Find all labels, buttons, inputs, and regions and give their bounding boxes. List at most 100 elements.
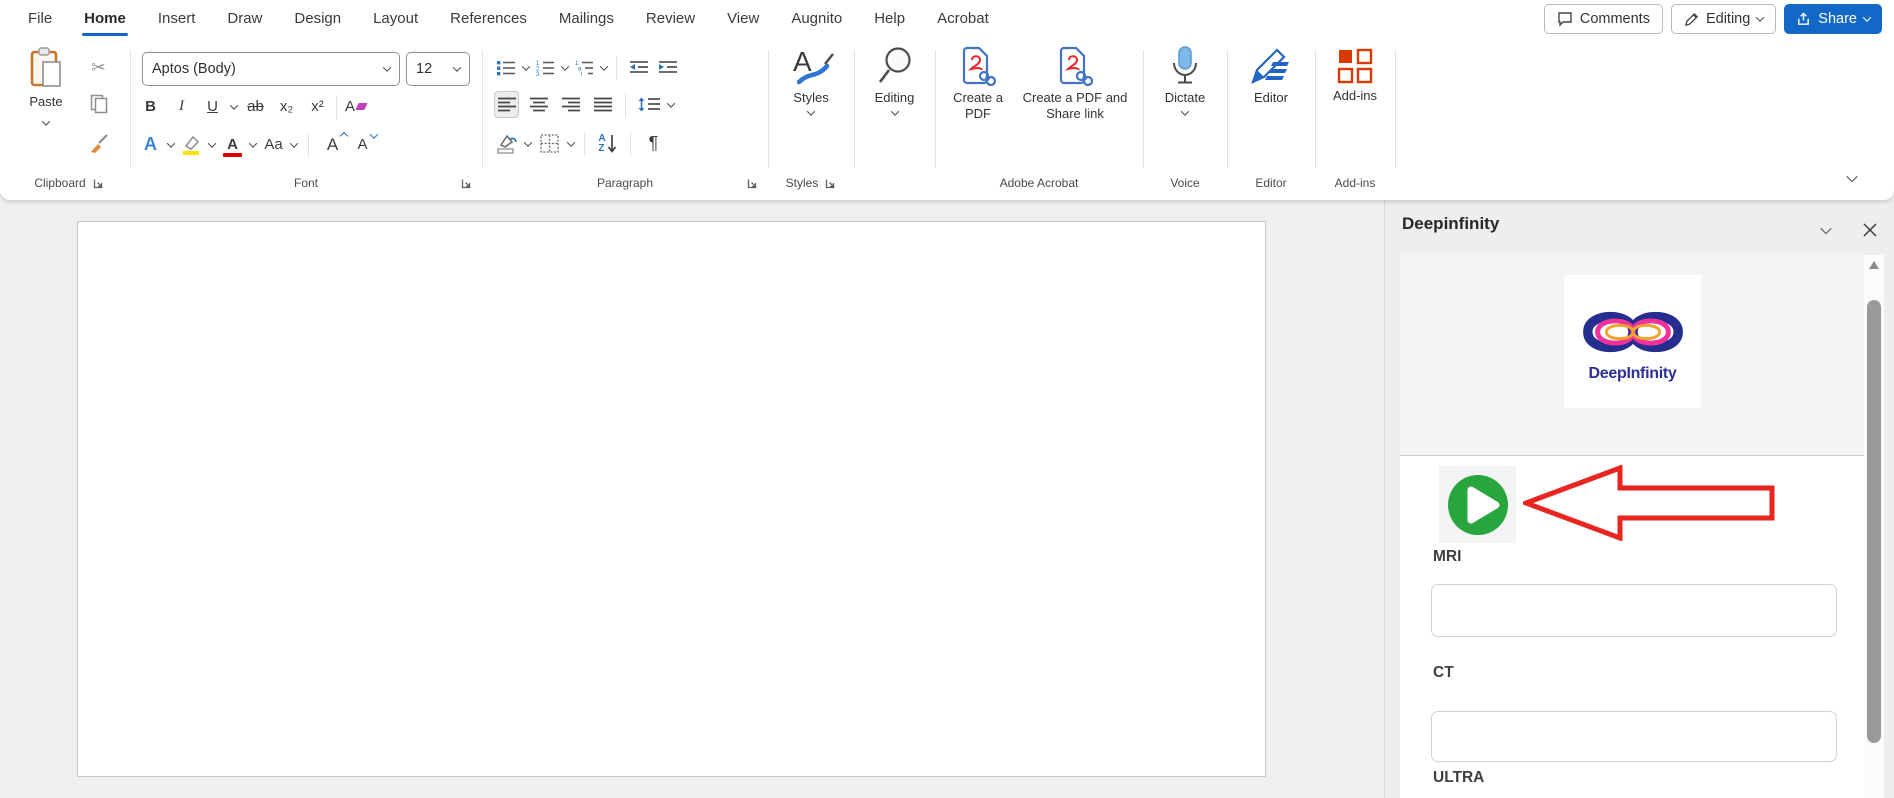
shrink-font-button[interactable]: A	[350, 131, 375, 158]
text-effects-dropdown-icon[interactable]	[167, 139, 175, 147]
font-dialog-launcher-icon[interactable]	[461, 178, 472, 189]
tab-design[interactable]: Design	[278, 1, 357, 37]
justify-button[interactable]	[590, 91, 615, 118]
shading-button[interactable]	[494, 130, 519, 157]
find-magnifier-icon	[876, 46, 914, 86]
borders-button[interactable]	[537, 130, 562, 157]
styles-dialog-launcher-icon[interactable]	[825, 178, 836, 189]
show-formatting-marks-button[interactable]: ¶	[641, 130, 666, 157]
svg-text:i: i	[581, 72, 582, 76]
tab-acrobat[interactable]: Acrobat	[921, 1, 1005, 37]
addins-group-label: Add-ins	[1335, 176, 1376, 190]
format-painter-button[interactable]	[86, 130, 111, 157]
mri-input[interactable]	[1431, 584, 1837, 637]
deepinfinity-logo: DeepInfinity	[1564, 275, 1701, 408]
bold-button[interactable]: B	[138, 93, 163, 120]
cut-button[interactable]: ✂	[86, 54, 111, 81]
comment-icon	[1557, 11, 1573, 27]
grow-font-button[interactable]: A	[320, 131, 345, 158]
italic-button[interactable]: I	[169, 93, 194, 120]
play-button[interactable]	[1439, 466, 1516, 543]
paragraph-dialog-launcher-icon[interactable]	[747, 178, 758, 189]
font-color-dropdown-icon[interactable]	[249, 139, 257, 147]
tab-review[interactable]: Review	[630, 1, 711, 37]
highlight-dropdown-icon[interactable]	[208, 139, 216, 147]
tab-file[interactable]: File	[12, 1, 68, 37]
bullets-button[interactable]	[494, 54, 519, 81]
editing-mode-dropdown[interactable]: Editing	[1671, 4, 1776, 34]
align-center-button[interactable]	[526, 91, 551, 118]
font-name-combobox[interactable]: Aptos (Body)	[142, 52, 400, 86]
tab-insert[interactable]: Insert	[142, 1, 212, 37]
editor-button[interactable]: Editor	[1227, 48, 1315, 106]
scrollbar-up-button[interactable]	[1867, 260, 1881, 274]
share-button[interactable]: Share	[1784, 4, 1882, 34]
strikethrough-button[interactable]: ab	[243, 93, 268, 120]
taskpane-title: Deepinfinity	[1402, 214, 1499, 234]
font-color-bar	[223, 153, 242, 157]
font-color-button[interactable]: A	[220, 131, 245, 158]
tab-help[interactable]: Help	[858, 1, 921, 37]
shading-dropdown-icon[interactable]	[524, 138, 532, 146]
line-spacing-dropdown-icon[interactable]	[667, 99, 675, 107]
infinity-icon	[1574, 301, 1692, 363]
tab-draw[interactable]: Draw	[211, 1, 278, 37]
superscript-button[interactable]: x²	[305, 93, 330, 120]
highlight-button[interactable]	[179, 131, 204, 158]
borders-dropdown-icon[interactable]	[567, 138, 575, 146]
numbering-dropdown-icon[interactable]	[561, 62, 569, 70]
tab-mailings[interactable]: Mailings	[543, 1, 630, 37]
tab-home[interactable]: Home	[68, 1, 142, 37]
scrollbar-thumb[interactable]	[1867, 300, 1881, 743]
chevron-down-icon	[453, 63, 461, 71]
highlighter-icon	[182, 134, 201, 155]
acrobat-group-label: Adobe Acrobat	[1000, 176, 1079, 190]
line-spacing-button[interactable]	[636, 91, 661, 118]
tab-layout[interactable]: Layout	[357, 1, 434, 37]
multilevel-dropdown-icon[interactable]	[600, 62, 608, 70]
styles-icon: A	[789, 46, 833, 86]
share-icon	[1796, 12, 1811, 27]
taskpane-collapse-button[interactable]	[1814, 218, 1838, 242]
underline-button[interactable]: U	[200, 93, 225, 120]
align-left-button[interactable]	[494, 91, 519, 118]
multilevel-list-button[interactable]: 1ai	[572, 54, 597, 81]
font-size-combobox[interactable]: 12	[406, 52, 470, 86]
format-painter-icon	[89, 134, 109, 154]
underline-dropdown-icon[interactable]	[230, 101, 238, 109]
bullets-dropdown-icon[interactable]	[522, 62, 530, 70]
sort-button[interactable]: A Z	[595, 130, 620, 157]
text-effects-button[interactable]: A	[138, 131, 163, 158]
tab-references[interactable]: References	[434, 1, 543, 37]
styles-button[interactable]: A Styles	[768, 46, 854, 116]
change-case-dropdown-icon[interactable]	[290, 139, 298, 147]
paragraph-group-label: Paragraph	[597, 176, 653, 190]
copy-button[interactable]	[86, 90, 111, 117]
increase-indent-button[interactable]	[655, 54, 680, 81]
taskpane-scrollbar[interactable]	[1864, 255, 1884, 798]
align-right-button[interactable]	[558, 91, 583, 118]
dictate-button[interactable]: Dictate	[1143, 46, 1227, 116]
collapse-ribbon-button[interactable]	[1846, 171, 1857, 182]
pencil-icon	[1684, 12, 1699, 27]
tab-view[interactable]: View	[711, 1, 775, 37]
clear-formatting-button[interactable]: A	[343, 93, 368, 120]
chevron-down-icon	[1820, 223, 1831, 234]
clipboard-dialog-launcher-icon[interactable]	[93, 178, 104, 189]
taskpane-close-button[interactable]	[1858, 218, 1882, 242]
create-pdf-share-button[interactable]: Create a PDF and Share link	[1019, 46, 1131, 123]
comments-button[interactable]: Comments	[1544, 4, 1663, 34]
decrease-indent-button[interactable]	[626, 54, 651, 81]
change-case-button[interactable]: Aa	[261, 131, 286, 158]
microphone-icon	[1171, 46, 1199, 86]
document-page[interactable]	[77, 221, 1266, 777]
ribbon-editing-button[interactable]: Editing	[854, 46, 935, 116]
paste-button[interactable]: Paste	[20, 46, 72, 126]
numbering-button[interactable]: 123	[533, 54, 558, 81]
tab-augnito[interactable]: Augnito	[775, 1, 858, 37]
subscript-button[interactable]: x₂	[274, 93, 299, 120]
ct-input[interactable]	[1431, 711, 1837, 762]
red-arrow-icon	[1523, 465, 1775, 541]
addins-button[interactable]: Add-ins	[1315, 48, 1395, 104]
create-pdf-button[interactable]: Create a PDF	[947, 46, 1009, 123]
